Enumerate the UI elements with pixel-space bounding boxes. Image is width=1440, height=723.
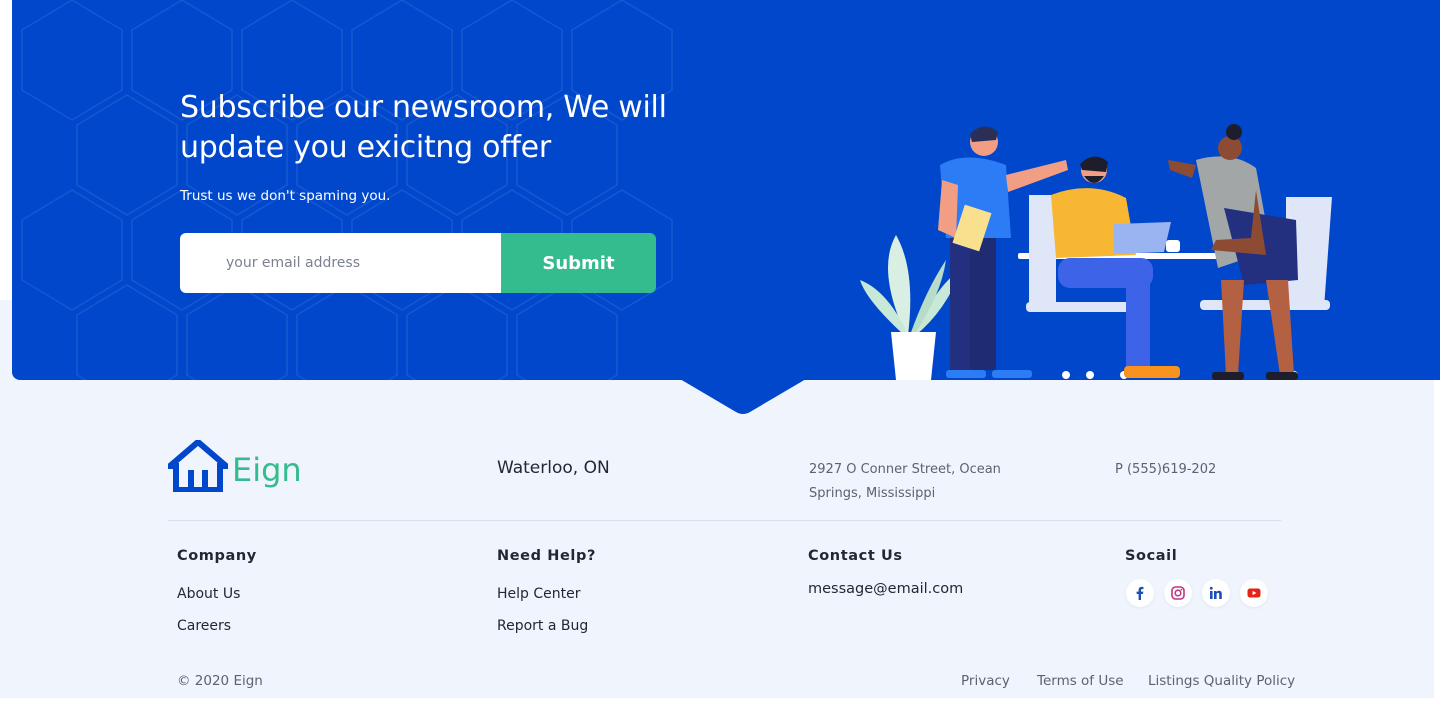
- page: Subscribe our newsroom, We will update y…: [0, 0, 1440, 723]
- subscribe-form: Submit: [180, 233, 656, 293]
- help-heading: Need Help?: [497, 548, 596, 564]
- company-column: Company About Us Careers: [177, 548, 257, 634]
- newsletter-banner: Subscribe our newsroom, We will update y…: [12, 0, 1440, 380]
- submit-button[interactable]: Submit: [501, 233, 656, 293]
- office-address: 2927 O Conner Street, Ocean Springs, Mis…: [809, 462, 1001, 501]
- youtube-icon[interactable]: [1240, 579, 1268, 607]
- contact-email-link[interactable]: message@email.com: [808, 581, 963, 597]
- about-us-link[interactable]: About Us: [177, 586, 240, 602]
- banner-notch: [680, 379, 806, 414]
- report-bug-link[interactable]: Report a Bug: [497, 618, 588, 634]
- copyright-text: © 2020 Eign: [177, 673, 263, 689]
- office-city: Waterloo, ON: [497, 458, 610, 478]
- terms-link[interactable]: Terms of Use: [1037, 673, 1124, 689]
- social-links: [1126, 579, 1268, 607]
- footer-divider: [168, 520, 1281, 521]
- social-column: Socail: [1125, 548, 1268, 607]
- listings-quality-policy-link[interactable]: Listings Quality Policy: [1148, 673, 1295, 689]
- company-heading: Company: [177, 548, 257, 564]
- person-leaning-illustration: [1168, 124, 1298, 380]
- careers-link[interactable]: Careers: [177, 618, 231, 634]
- linkedin-icon[interactable]: [1202, 579, 1230, 607]
- social-heading: Socail: [1125, 548, 1178, 564]
- brand-name: Eign: [232, 451, 302, 489]
- team-meeting-illustration: [860, 124, 1332, 380]
- office-phone: P (555)619-202: [1115, 462, 1217, 477]
- newsletter-title: Subscribe our newsroom, We will update y…: [180, 90, 667, 165]
- brand-logo[interactable]: Eign: [168, 440, 302, 492]
- email-input[interactable]: [180, 233, 501, 293]
- privacy-link[interactable]: Privacy: [961, 673, 1010, 689]
- help-center-link[interactable]: Help Center: [497, 586, 581, 602]
- plant-illustration: [860, 235, 961, 380]
- help-column: Need Help? Help Center Report a Bug: [497, 548, 596, 634]
- contact-heading: Contact Us: [808, 548, 903, 564]
- facebook-icon[interactable]: [1126, 579, 1154, 607]
- person-seated-illustration: [1051, 156, 1180, 378]
- contact-column: Contact Us message@email.com: [808, 548, 963, 597]
- house-icon: [168, 440, 228, 492]
- newsletter-subtitle: Trust us we don't spaming you.: [180, 188, 391, 204]
- instagram-icon[interactable]: [1164, 579, 1192, 607]
